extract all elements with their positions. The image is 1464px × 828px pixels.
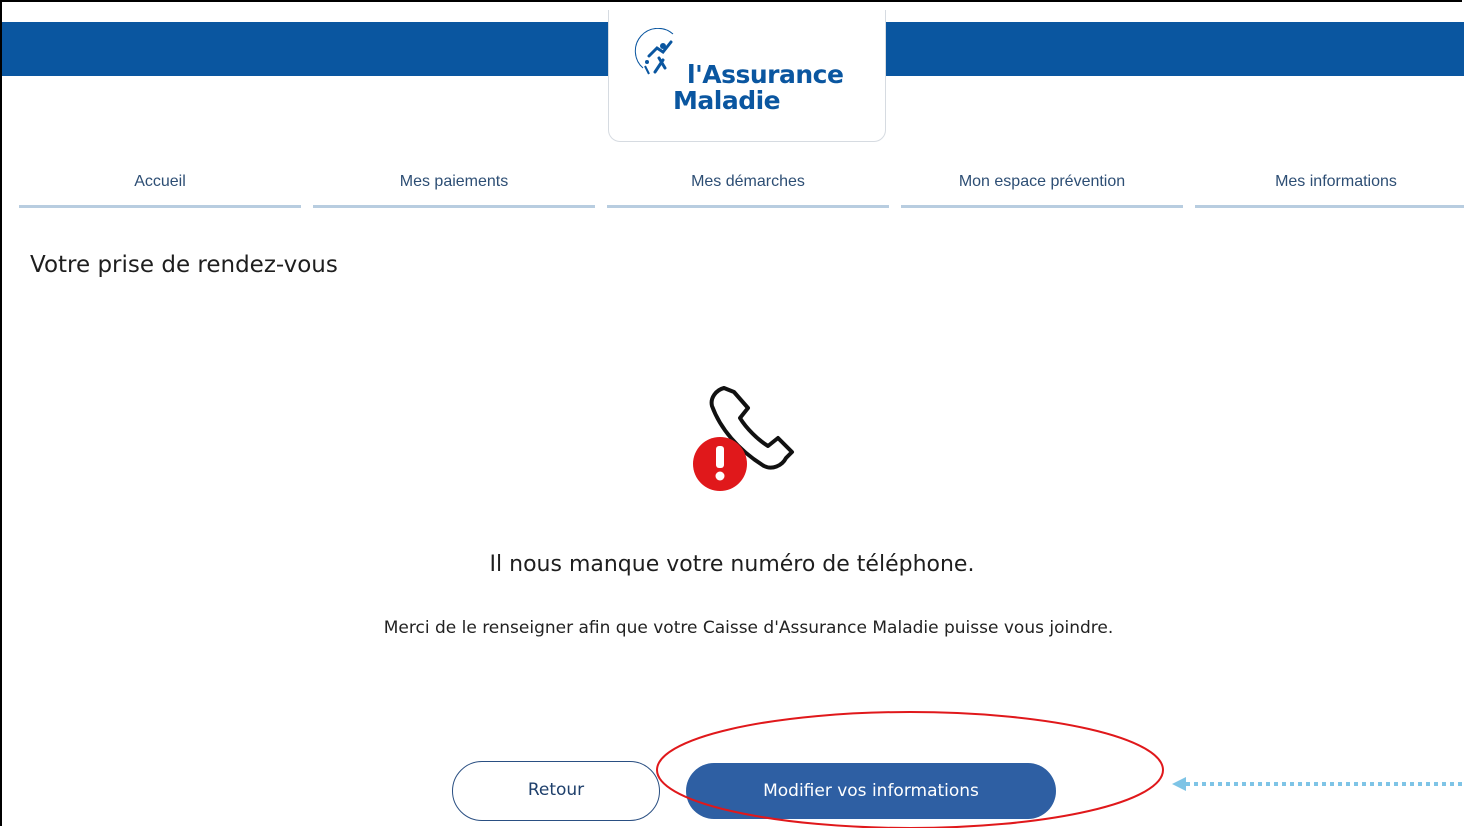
modify-info-button[interactable]: Modifier vos informations [686, 763, 1056, 819]
nav-item-demarches[interactable]: Mes démarches [607, 160, 889, 208]
phone-alert-icon [693, 386, 794, 491]
nav-item-prevention[interactable]: Mon espace prévention [901, 160, 1183, 208]
seal-icon [634, 28, 674, 75]
main-nav: Accueil Mes paiements Mes démarches Mon … [19, 160, 1464, 210]
back-button[interactable]: Retour [452, 761, 660, 821]
nav-item-informations[interactable]: Mes informations [1195, 160, 1464, 208]
logo[interactable]: l'Assurance Maladie [608, 10, 886, 142]
missing-phone-headline: Il nous manque votre numéro de téléphone… [489, 552, 975, 577]
nav-item-paiements[interactable]: Mes paiements [313, 160, 595, 208]
page-title: Votre prise de rendez-vous [30, 252, 338, 278]
missing-phone-message: Merci de le renseigner afin que votre Ca… [383, 618, 1114, 638]
logo-text-line2: Maladie [673, 86, 781, 115]
logo-text-line1: l'Assurance [687, 60, 844, 89]
nav-item-accueil[interactable]: Accueil [19, 160, 301, 208]
